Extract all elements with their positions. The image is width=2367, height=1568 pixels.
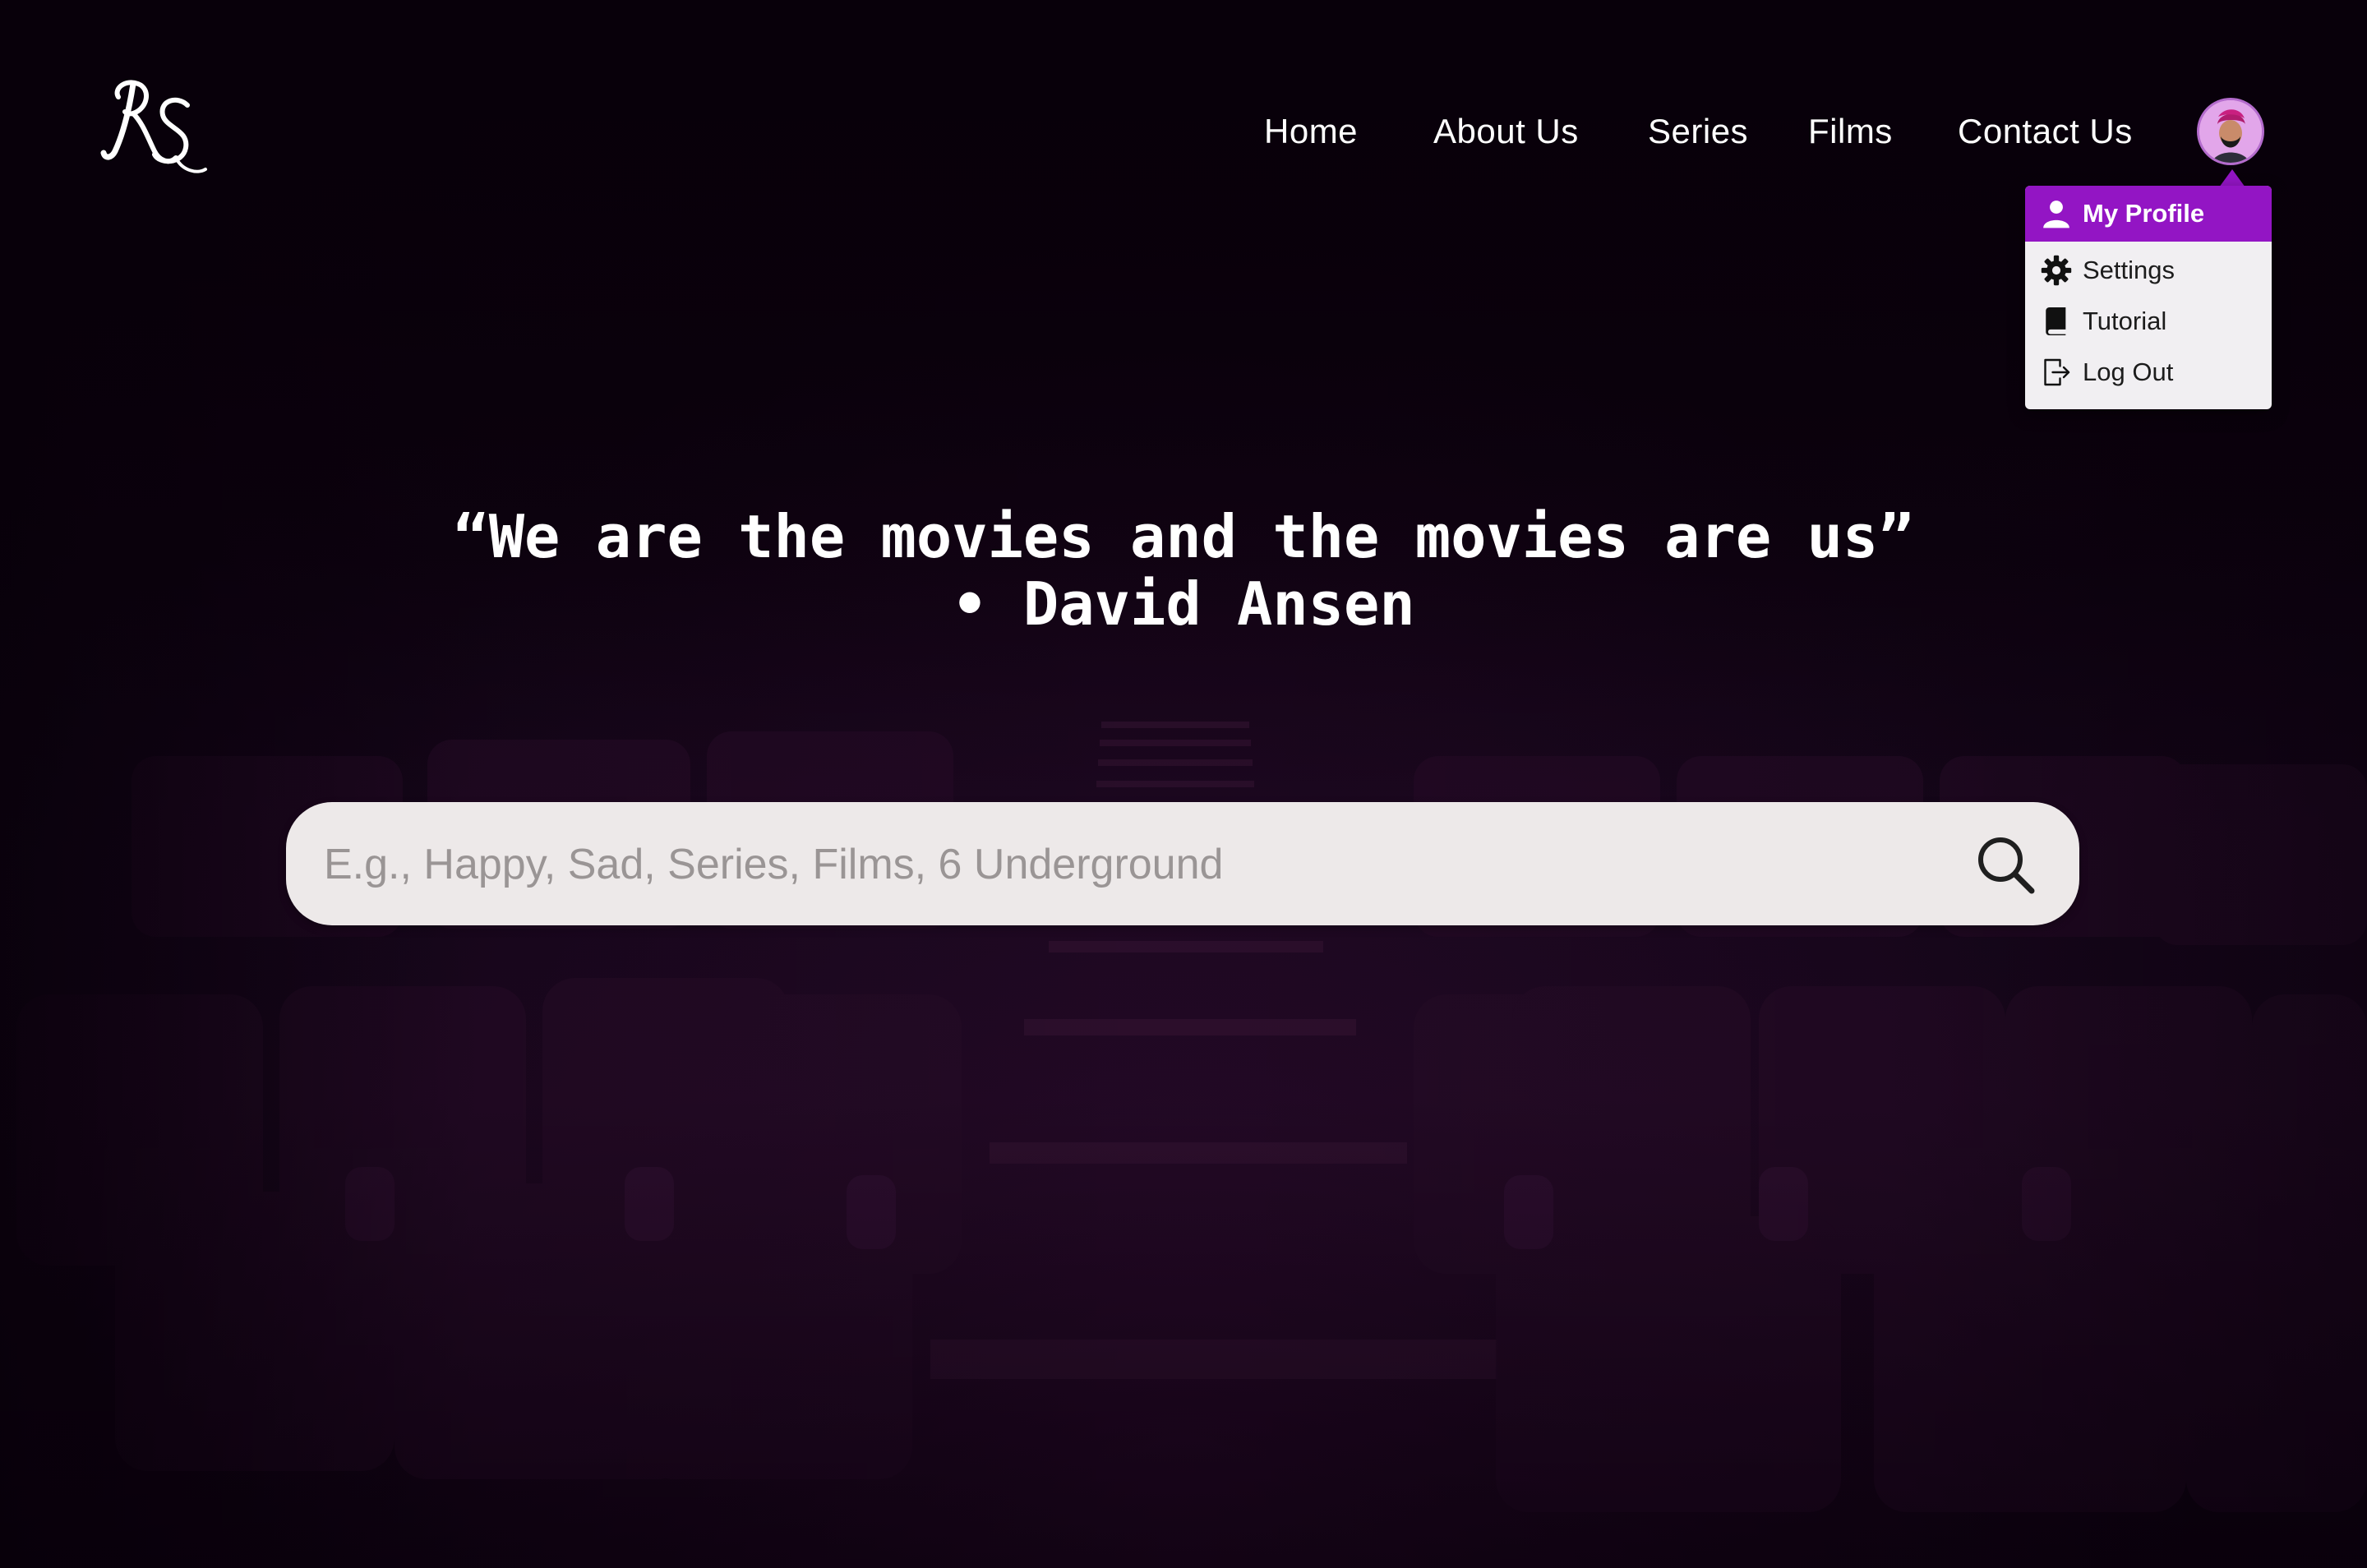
book-icon bbox=[2040, 305, 2073, 338]
quote-author: • David Ansen bbox=[952, 570, 1415, 639]
menu-item-label: Settings bbox=[2083, 256, 2176, 284]
menu-item-settings[interactable]: Settings bbox=[2025, 245, 2272, 296]
nav-home-link[interactable]: Home bbox=[1264, 107, 1358, 156]
menu-item-my-profile[interactable]: My Profile bbox=[2025, 186, 2272, 242]
nav-films-link[interactable]: Films bbox=[1808, 107, 1893, 156]
search-input[interactable] bbox=[322, 802, 1887, 927]
menu-item-label: Log Out bbox=[2083, 357, 2174, 386]
hero-quote: “We are the movies and the movies are us… bbox=[0, 503, 2367, 638]
menu-item-label: My Profile bbox=[2083, 199, 2205, 228]
search-icon bbox=[1978, 837, 2035, 894]
gear-icon bbox=[2040, 254, 2073, 287]
search-bar bbox=[286, 802, 2079, 927]
menu-item-tutorial[interactable]: Tutorial bbox=[2025, 296, 2272, 347]
user-avatar[interactable] bbox=[2199, 100, 2262, 163]
logout-icon bbox=[2040, 356, 2073, 389]
page: RS Home About Us Series Films Contact Us bbox=[0, 0, 2367, 1568]
avatar-portrait-icon bbox=[2199, 100, 2262, 163]
nav-contact-us-link[interactable]: Contact Us bbox=[1958, 107, 2133, 156]
nav-series-link[interactable]: Series bbox=[1648, 107, 1748, 156]
profile-menu: My Profile Settings Tutorial Log Out bbox=[2025, 186, 2272, 409]
search-button[interactable] bbox=[1972, 832, 2038, 897]
menu-item-log-out[interactable]: Log Out bbox=[2025, 347, 2272, 398]
quote-text: “We are the movies and the movies are us… bbox=[453, 502, 1914, 571]
background-overlay bbox=[0, 0, 2367, 1568]
user-icon bbox=[2040, 197, 2073, 230]
main-nav: Home About Us Series Films Contact Us bbox=[0, 107, 2367, 156]
menu-item-label: Tutorial bbox=[2083, 307, 2167, 335]
profile-menu-caret bbox=[2219, 169, 2245, 187]
nav-about-us-link[interactable]: About Us bbox=[1433, 107, 1579, 156]
